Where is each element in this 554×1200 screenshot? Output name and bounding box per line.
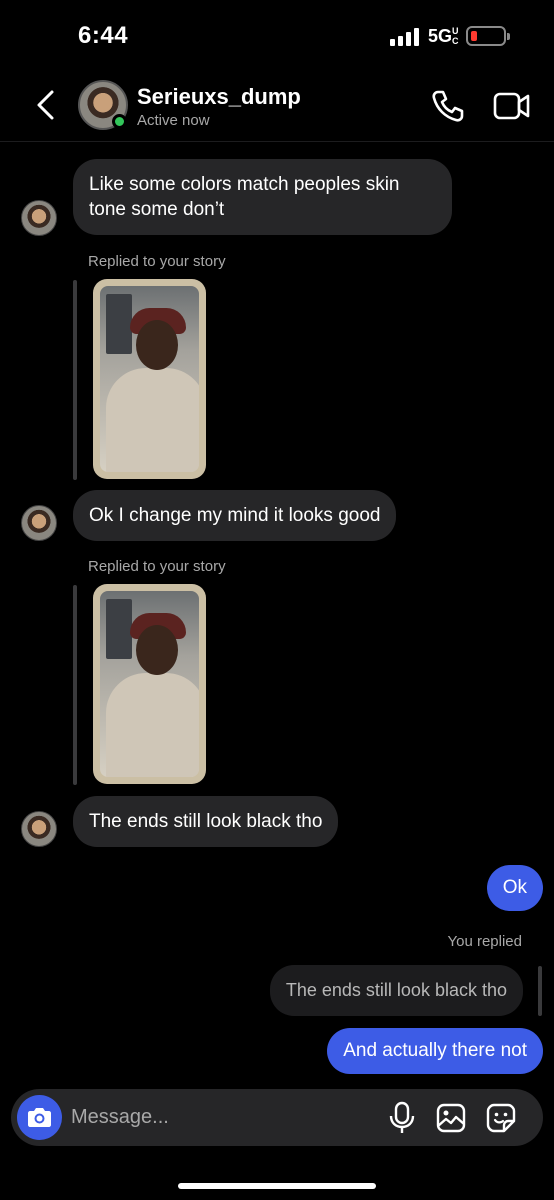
message-composer — [11, 1089, 543, 1146]
sender-avatar[interactable] — [21, 811, 57, 847]
network-type: 5G — [428, 26, 453, 46]
story-image — [100, 286, 199, 472]
home-indicator[interactable] — [178, 1183, 376, 1189]
story-image — [100, 591, 199, 777]
outgoing-message[interactable]: Ok — [486, 865, 543, 911]
status-bar: 6:44 5GUC — [0, 0, 554, 70]
video-camera-icon[interactable] — [492, 88, 532, 124]
quoted-message[interactable]: The ends still look black tho — [269, 965, 523, 1016]
incoming-message[interactable]: The ends still look black tho — [73, 796, 339, 847]
incoming-message[interactable]: Like some colors match peoples skin tone… — [73, 159, 452, 235]
story-reply-label: Replied to your story — [88, 253, 226, 270]
contact-active-status: Active now — [137, 112, 210, 129]
story-thumbnail[interactable] — [93, 584, 206, 784]
incoming-message[interactable]: Ok I change my mind it looks good — [73, 490, 397, 541]
battery-level — [471, 31, 477, 41]
network-indicator: 5GUC — [428, 26, 460, 47]
sticker-icon[interactable] — [485, 1102, 517, 1134]
microphone-icon[interactable] — [387, 1101, 417, 1135]
reply-quote-bar — [538, 966, 542, 1016]
outgoing-message[interactable]: And actually there not — [327, 1028, 543, 1074]
story-reply-label: Replied to your story — [88, 558, 226, 575]
chat-header: Serieuxs_dump Active now — [0, 70, 554, 142]
story-thumbnail[interactable] — [93, 279, 206, 479]
network-superscript: UC — [452, 26, 459, 46]
camera-icon — [28, 1108, 51, 1127]
signal-icon — [390, 28, 419, 46]
reply-quote-bar — [73, 585, 77, 785]
gallery-icon[interactable] — [435, 1102, 467, 1134]
sender-avatar[interactable] — [21, 505, 57, 541]
back-chevron-icon[interactable] — [30, 88, 64, 122]
sender-avatar[interactable] — [21, 200, 57, 236]
active-status-dot — [112, 114, 127, 129]
phone-icon[interactable] — [430, 88, 466, 124]
message-input[interactable] — [71, 1097, 371, 1137]
contact-name[interactable]: Serieuxs_dump — [137, 84, 301, 110]
camera-button[interactable] — [17, 1095, 62, 1140]
status-time: 6:44 — [78, 22, 129, 49]
reply-quote-bar — [73, 280, 77, 480]
battery-icon — [466, 26, 510, 46]
you-replied-label: You replied — [447, 933, 522, 950]
